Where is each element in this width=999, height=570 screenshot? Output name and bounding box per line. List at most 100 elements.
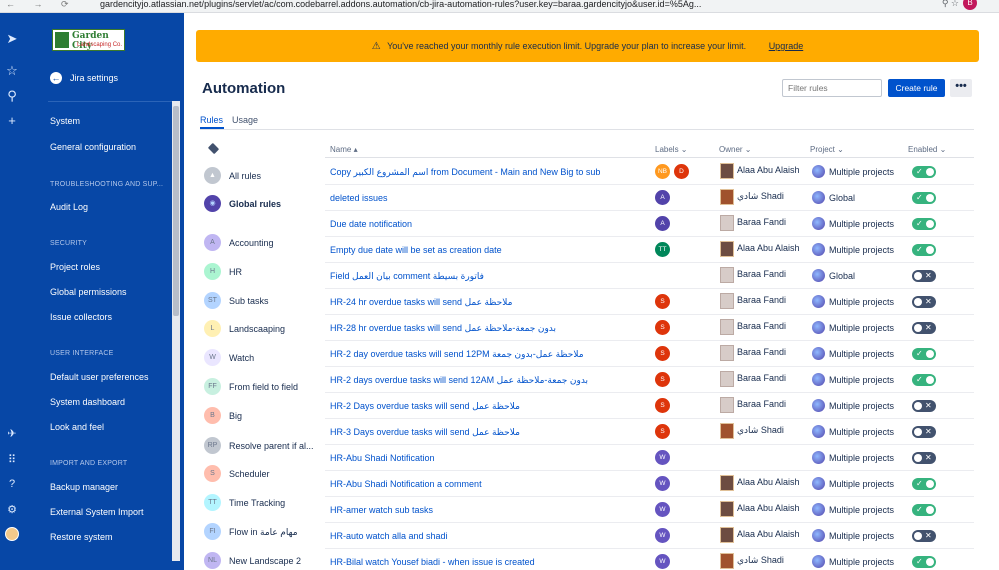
project-scope: Multiple projects (829, 219, 895, 229)
enabled-toggle[interactable]: ✕ (912, 426, 936, 438)
enabled-toggle[interactable]: ✓ (912, 556, 936, 568)
rule-label-badge[interactable]: W (655, 554, 670, 569)
project-scope: Multiple projects (829, 505, 895, 515)
enabled-toggle[interactable]: ✕ (912, 400, 936, 412)
column-name[interactable]: Name ▴ (330, 145, 358, 154)
enabled-toggle[interactable]: ✓ (912, 374, 936, 386)
rule-name-link[interactable]: deleted issues (330, 193, 388, 203)
rule-name-link[interactable]: HR-Bilal watch Yousef biadi - when issue… (330, 557, 535, 567)
browser-url[interactable]: gardencityjo.atlassian.net/plugins/servl… (100, 0, 701, 9)
sidebar-item-backup-manager[interactable]: Backup manager (50, 482, 118, 492)
app-switcher-icon[interactable]: ⠿ (0, 453, 24, 466)
owner-avatar (720, 345, 734, 361)
rule-label-badge[interactable]: W (655, 502, 670, 517)
rocket-icon[interactable]: ✈ (0, 427, 24, 440)
project-scope: Multiple projects (829, 375, 895, 385)
create-plus-icon[interactable]: + (0, 113, 24, 128)
rule-name-link[interactable]: Due date notification (330, 219, 412, 229)
label-name: HR (229, 267, 242, 277)
rule-name-link[interactable]: HR-2 days overdue tasks will send 12AM ب… (330, 375, 588, 386)
rule-name-link[interactable]: HR-3 Days overdue tasks will send ملاحظة… (330, 427, 520, 438)
settings-gear-icon[interactable]: ⚙ (0, 503, 24, 516)
more-actions-button[interactable]: ••• (950, 79, 972, 97)
project-scope: Multiple projects (829, 557, 895, 567)
rule-name-link[interactable]: HR-amer watch sub tasks (330, 505, 433, 515)
enabled-toggle[interactable]: ✓ (912, 504, 936, 516)
search-icon[interactable]: ⚲ (0, 88, 24, 104)
create-rule-button[interactable]: Create rule (888, 79, 945, 97)
upgrade-link[interactable]: Upgrade (769, 41, 804, 51)
sidebar-item-look-and-feel[interactable]: Look and feel (50, 422, 104, 432)
sidebar-item-system-dashboard[interactable]: System dashboard (50, 397, 125, 407)
sidebar-item-system[interactable]: System (50, 116, 80, 126)
column-labels[interactable]: Labels ⌄ (655, 145, 688, 154)
owner-avatar (720, 267, 734, 283)
rule-label-badge[interactable]: S (655, 346, 670, 361)
table-row: HR-Abu Shadi Notification W Multiple proje… (325, 445, 974, 471)
back-to-jira-settings[interactable]: ← Jira settings (50, 72, 118, 84)
rule-label-badge[interactable]: D (674, 164, 689, 179)
rule-label-badge[interactable]: W (655, 450, 670, 465)
browser-search-icon[interactable]: ⚲ ☆ (942, 0, 959, 9)
cross-icon: ✕ (925, 531, 932, 540)
enabled-toggle[interactable]: ✓ (912, 166, 936, 178)
rule-name-link[interactable]: Empty due date will be set as creation d… (330, 245, 502, 255)
rule-name-link[interactable]: HR-2 day overdue tasks will send 12PM مل… (330, 349, 584, 360)
rule-label-badge[interactable]: W (655, 528, 670, 543)
rule-name-link[interactable]: HR-24 hr overdue tasks will send ملاحظة … (330, 297, 512, 308)
column-owner[interactable]: Owner ⌄ (719, 145, 752, 154)
owner-name: Baraa Fandi (737, 373, 787, 383)
enabled-toggle[interactable]: ✓ (912, 478, 936, 490)
rule-name-link[interactable]: Copy اسم المشروع الكبير from Document - … (330, 167, 600, 178)
filter-rules-input[interactable] (782, 79, 882, 97)
rule-label-badge[interactable]: S (655, 320, 670, 335)
enabled-toggle[interactable]: ✓ (912, 192, 936, 204)
sidebar-item-default-user-preferences[interactable]: Default user preferences (50, 372, 149, 382)
enabled-toggle[interactable]: ✕ (912, 452, 936, 464)
help-icon[interactable]: ? (0, 478, 24, 490)
sidebar-scrollbar-thumb[interactable] (173, 106, 179, 316)
column-project[interactable]: Project ⌄ (810, 145, 844, 154)
tag-icon (207, 142, 220, 155)
star-icon[interactable]: ☆ (0, 63, 24, 79)
rule-name-link[interactable]: HR-auto watch alla and shadi (330, 531, 448, 541)
rule-label-badge[interactable]: S (655, 398, 670, 413)
rule-label-badge[interactable]: W (655, 476, 670, 491)
tab-rules[interactable]: Rules (200, 115, 223, 125)
owner-name: Baraa Fandi (737, 347, 787, 357)
sidebar-item-audit-log[interactable]: Audit Log (50, 202, 88, 212)
jira-logo-icon[interactable]: ➤ (0, 31, 24, 47)
rule-label-badge[interactable]: TT (655, 242, 670, 257)
rule-name-link[interactable]: HR-Abu Shadi Notification a comment (330, 479, 482, 489)
enabled-toggle[interactable]: ✕ (912, 296, 936, 308)
rule-label-badge[interactable]: S (655, 372, 670, 387)
browser-profile-avatar[interactable]: B (963, 0, 977, 10)
sidebar-item-issue-collectors[interactable]: Issue collectors (50, 312, 112, 322)
rule-name-link[interactable]: HR-Abu Shadi Notification (330, 453, 435, 463)
sidebar-item-project-roles[interactable]: Project roles (50, 262, 100, 272)
sidebar-item-restore-system[interactable]: Restore system (50, 532, 113, 542)
table-row: HR-2 day overdue tasks will send 12PM مل… (325, 341, 974, 367)
enabled-toggle[interactable]: ✕ (912, 530, 936, 542)
enabled-toggle[interactable]: ✓ (912, 348, 936, 360)
browser-nav-icons[interactable]: ← → ⟳ (6, 0, 77, 10)
rule-label-badge[interactable]: S (655, 294, 670, 309)
label-name: Sub tasks (229, 296, 269, 306)
enabled-toggle[interactable]: ✓ (912, 218, 936, 230)
enabled-toggle[interactable]: ✕ (912, 322, 936, 334)
tab-usage[interactable]: Usage (232, 115, 258, 125)
column-enabled[interactable]: Enabled ⌄ (908, 145, 946, 154)
sidebar-item-external-system-import[interactable]: External System Import (50, 507, 144, 517)
rule-label-badge[interactable]: A (655, 216, 670, 231)
enabled-toggle[interactable]: ✓ (912, 244, 936, 256)
rule-name-link[interactable]: HR-2 Days overdue tasks will send ملاحظة… (330, 401, 520, 412)
rule-label-badge[interactable]: S (655, 424, 670, 439)
rule-label-badge[interactable]: NB (655, 164, 670, 179)
sidebar-item-general-configuration[interactable]: General configuration (50, 142, 136, 152)
sidebar-item-global-permissions[interactable]: Global permissions (50, 287, 127, 297)
rule-name-link[interactable]: Field بيان العمل comment فاتورة بسيطة (330, 271, 484, 282)
enabled-toggle[interactable]: ✕ (912, 270, 936, 282)
rule-name-link[interactable]: HR-28 hr overdue tasks will send بدون جم… (330, 323, 556, 334)
rule-label-badge[interactable]: A (655, 190, 670, 205)
user-avatar[interactable] (5, 527, 19, 541)
